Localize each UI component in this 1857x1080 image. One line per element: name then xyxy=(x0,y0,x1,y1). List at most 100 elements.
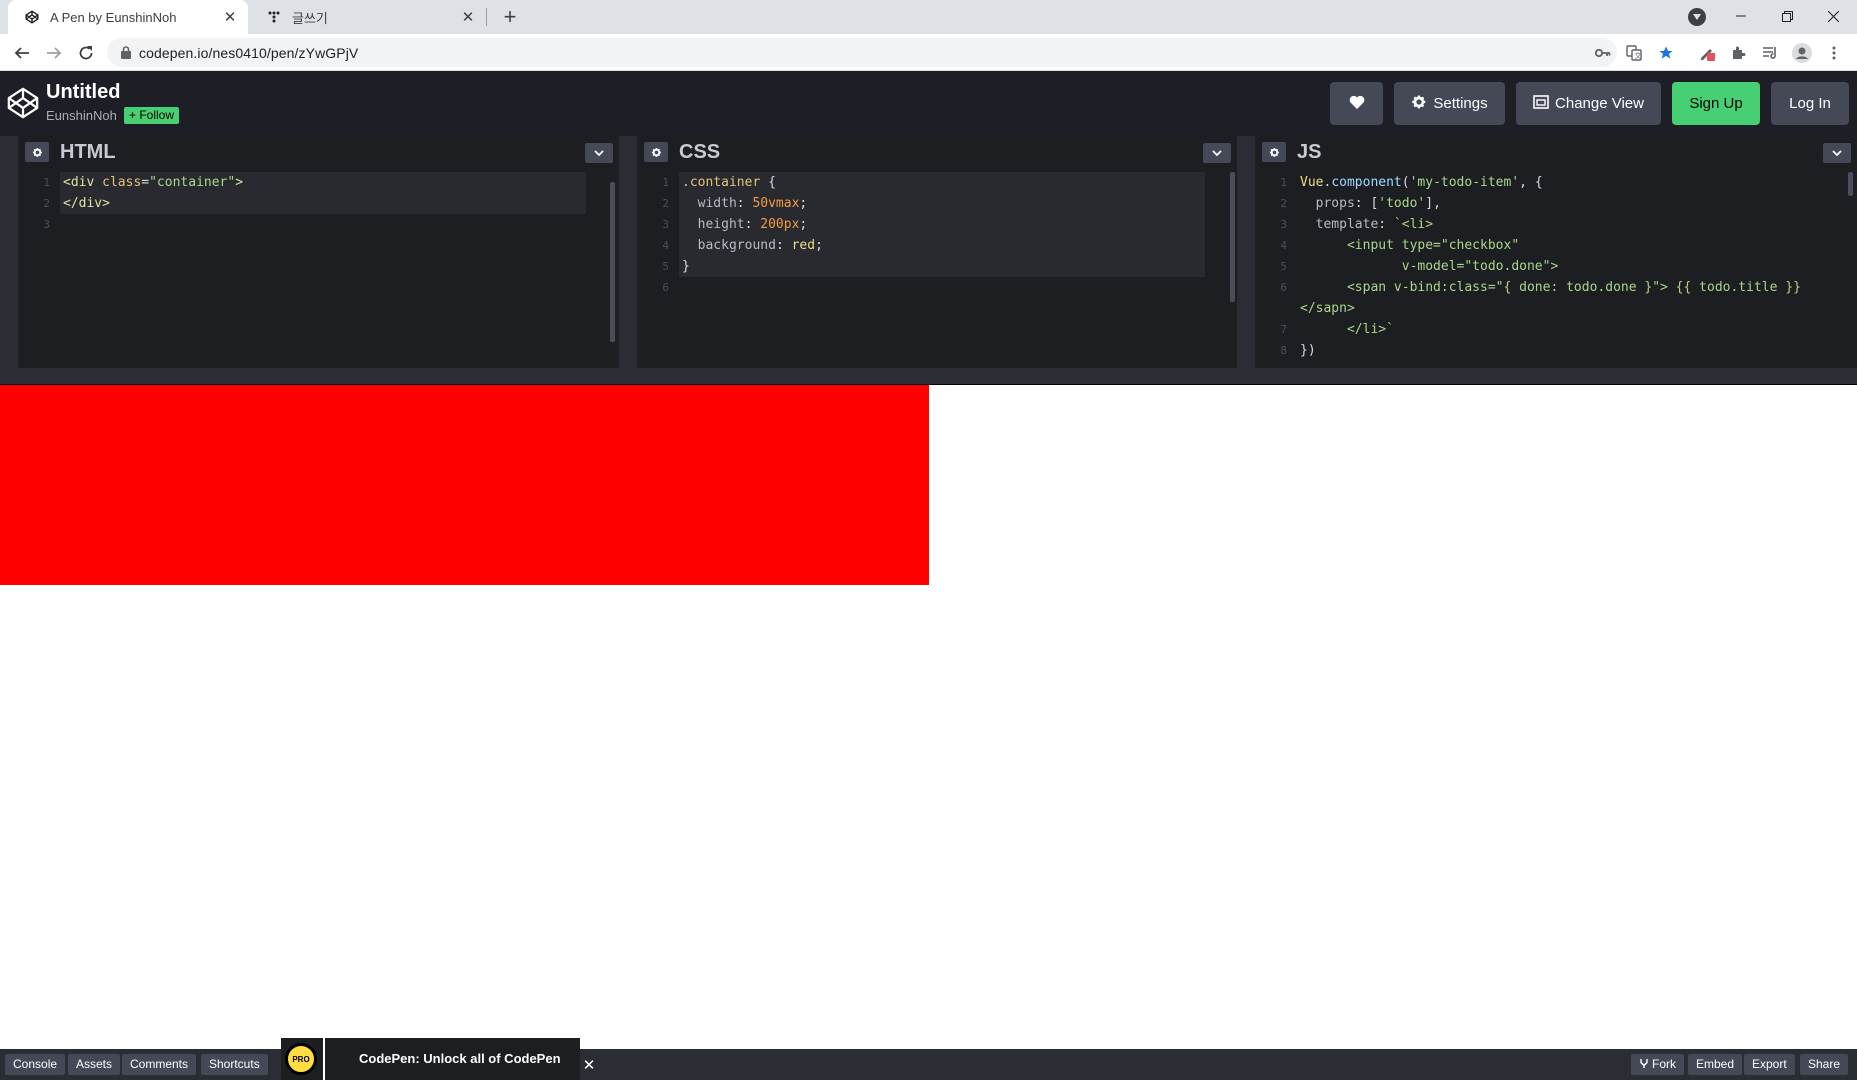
embed-button[interactable]: Embed xyxy=(1688,1054,1743,1075)
tab-title: 글쓰기 xyxy=(292,10,328,26)
heart-icon xyxy=(1349,95,1365,113)
editor-panels: HTML 1 <div class="container"> 2 </div> 3 … xyxy=(0,136,1857,384)
code-line: 5 v-model="todo.done"> xyxy=(1280,259,1559,274)
code-line: 5} xyxy=(662,259,690,274)
extensions-puzzle-icon[interactable] xyxy=(1725,39,1753,67)
fork-icon xyxy=(1639,1054,1649,1075)
pen-author-link[interactable]: EunshinNoh xyxy=(46,108,117,123)
resize-handle[interactable] xyxy=(0,368,1857,384)
change-view-button[interactable]: Change View xyxy=(1516,82,1661,125)
html-code-area[interactable]: 1 <div class="container"> 2 </div> 3 xyxy=(18,172,619,368)
pro-promo-banner[interactable]: PRO CodePen: Unlock all of CodePen xyxy=(281,1038,580,1080)
js-scrollbar[interactable] xyxy=(1848,172,1853,196)
address-bar[interactable]: codepen.io/nes0410/pen/zYwGPjV xyxy=(107,38,1617,67)
url-text[interactable]: codepen.io/nes0410/pen/zYwGPjV xyxy=(139,45,358,61)
tistory-favicon-icon xyxy=(266,9,282,25)
sign-up-button[interactable]: Sign Up xyxy=(1672,82,1760,125)
html-collapse-chevron-icon[interactable] xyxy=(585,143,613,163)
follow-button[interactable]: + Follow xyxy=(124,107,180,124)
code-line: 4 <input type="checkbox" xyxy=(1280,238,1520,253)
code-line: 2 width: 50vmax; xyxy=(662,196,808,211)
minimize-icon[interactable] xyxy=(1718,0,1764,32)
html-editor-header: HTML xyxy=(18,136,619,168)
code-line: 3 template: `<li> xyxy=(1280,217,1434,232)
assets-button[interactable]: Assets xyxy=(68,1054,121,1075)
js-editor-header: JS xyxy=(1255,136,1857,168)
browser-tab[interactable]: 글쓰기 ✕ xyxy=(250,0,486,34)
code-line: 2 props: ['todo'], xyxy=(1280,196,1441,211)
codepen-logo-icon[interactable] xyxy=(6,86,40,120)
css-code-area[interactable]: 1 .container { 2 width: 50vmax; 3 height:… xyxy=(637,172,1237,368)
code-line: 3 xyxy=(43,218,50,231)
restore-icon[interactable] xyxy=(1764,0,1810,32)
css-scrollbar[interactable] xyxy=(1230,172,1235,302)
tab-title: A Pen by EunshinNoh xyxy=(50,9,177,25)
html-settings-gear-icon[interactable] xyxy=(25,142,49,162)
js-collapse-chevron-icon[interactable] xyxy=(1823,143,1851,163)
close-tab-icon[interactable]: ✕ xyxy=(458,7,478,27)
console-button[interactable]: Console xyxy=(5,1054,66,1075)
heart-button[interactable] xyxy=(1330,82,1383,125)
profile-avatar-icon[interactable] xyxy=(1788,39,1816,67)
back-arrow-icon[interactable] xyxy=(8,39,36,67)
close-tab-icon[interactable]: ✕ xyxy=(220,7,240,27)
comments-button[interactable]: Comments xyxy=(122,1054,197,1075)
codepen-favicon-icon xyxy=(24,9,40,25)
close-window-icon[interactable] xyxy=(1810,0,1856,32)
lock-icon[interactable] xyxy=(121,46,131,59)
settings-button[interactable]: Settings xyxy=(1394,82,1505,125)
bookmark-star-icon[interactable] xyxy=(1652,39,1680,67)
settings-label: Settings xyxy=(1433,95,1488,112)
export-button[interactable]: Export xyxy=(1744,1054,1795,1075)
html-editor: HTML 1 <div class="container"> 2 </div> 3 xyxy=(18,136,619,368)
code-line: 3 height: 200px; xyxy=(662,217,808,232)
css-editor-title: CSS xyxy=(679,140,721,163)
promo-divider xyxy=(323,1038,325,1080)
code-line: 8}) xyxy=(1280,343,1316,358)
css-editor: CSS 1 .container { 2 width: 50vmax; 3 hei… xyxy=(637,136,1237,368)
code-line: 1 Vue.component('my-todo-item', { xyxy=(1280,175,1543,190)
css-collapse-chevron-icon[interactable] xyxy=(1203,143,1231,163)
reading-list-icon[interactable] xyxy=(1756,39,1784,67)
new-tab-plus-icon[interactable]: + xyxy=(498,4,522,29)
html-scrollbar[interactable] xyxy=(610,182,615,342)
js-settings-gear-icon[interactable] xyxy=(1262,142,1286,162)
layout-view-icon xyxy=(1533,94,1549,113)
css-settings-gear-icon[interactable] xyxy=(644,142,668,162)
kebab-menu-icon[interactable] xyxy=(1820,39,1848,67)
log-in-button[interactable]: Log In xyxy=(1771,82,1849,125)
change-view-label: Change View xyxy=(1555,95,1644,112)
code-line: 6 <span v-bind:class="{ done: todo.done … xyxy=(1280,280,1801,295)
translate-icon[interactable]: 文 xyxy=(1620,39,1648,67)
html-editor-title: HTML xyxy=(60,140,116,163)
reload-icon[interactable] xyxy=(72,39,100,67)
share-button[interactable]: Share xyxy=(1800,1054,1849,1075)
svg-text:文: 文 xyxy=(1635,51,1642,60)
container-red-box xyxy=(0,385,929,585)
js-editor-title: JS xyxy=(1297,140,1322,163)
tab-search-icon[interactable] xyxy=(1688,8,1706,26)
extension-eyedropper-icon[interactable] xyxy=(1693,39,1721,67)
result-preview[interactable] xyxy=(0,385,1857,1049)
code-line: </sapn> xyxy=(1300,301,1355,316)
js-code-area[interactable]: 1 Vue.component('my-todo-item', { 2 props… xyxy=(1255,172,1857,368)
code-line: 7 </li>` xyxy=(1280,322,1394,337)
fork-label: Fork xyxy=(1652,1057,1676,1071)
promo-text: CodePen: Unlock all of CodePen xyxy=(359,1051,561,1066)
pen-title[interactable]: Untitled xyxy=(46,81,120,104)
password-key-icon[interactable] xyxy=(1589,39,1617,67)
forward-arrow-icon[interactable] xyxy=(40,39,68,67)
browser-tab-active[interactable]: A Pen by EunshinNoh ✕ xyxy=(8,0,248,34)
pro-badge-icon: PRO xyxy=(285,1043,317,1075)
code-line: 4 background: red; xyxy=(662,238,823,253)
codepen-header: Untitled EunshinNoh + Follow Settings Ch… xyxy=(0,71,1857,136)
shortcuts-button[interactable]: Shortcuts xyxy=(201,1054,268,1075)
code-line: 6 xyxy=(662,281,669,294)
tab-divider xyxy=(486,8,487,26)
fork-button[interactable]: Fork xyxy=(1631,1054,1684,1075)
css-editor-header: CSS xyxy=(637,136,1237,168)
close-promo-icon[interactable]: ✕ xyxy=(580,1057,598,1075)
gear-icon xyxy=(1411,94,1427,114)
code-line: 2 </div> xyxy=(43,196,110,211)
browser-toolbar: codepen.io/nes0410/pen/zYwGPjV 文 xyxy=(0,34,1857,71)
